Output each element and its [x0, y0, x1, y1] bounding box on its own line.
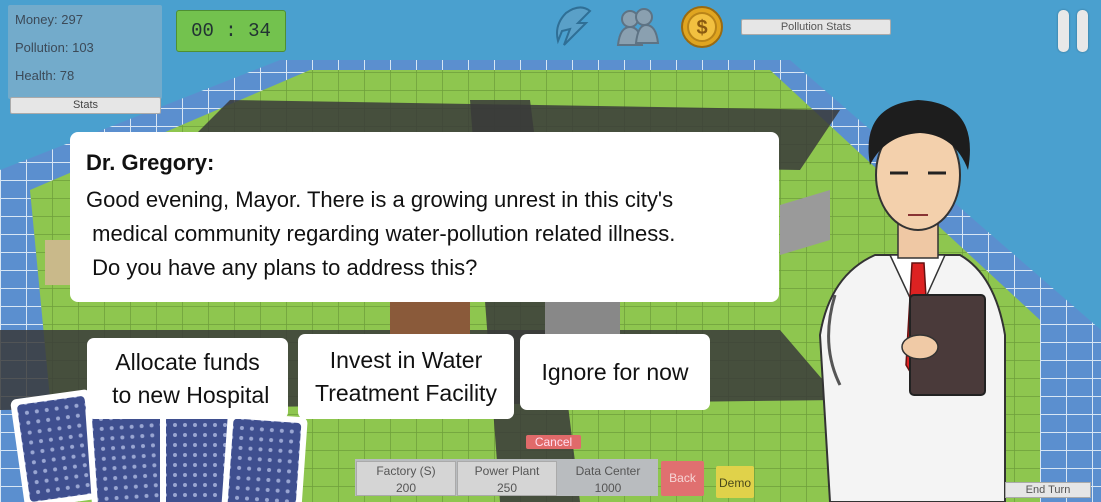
pause-icon [1058, 10, 1069, 52]
money-stat: Money: 297 [15, 12, 83, 27]
cancel-button[interactable]: Cancel [526, 435, 581, 449]
shop-item-cost: 1000 [594, 481, 622, 495]
speaker-name: Dr. Gregory: [86, 150, 215, 175]
shop-item-name: Data Center [575, 464, 641, 478]
people-icon[interactable] [616, 5, 660, 49]
shop-item-power-plant[interactable]: Power Plant 250 [457, 461, 557, 496]
dr-gregory-portrait [818, 100, 1006, 502]
shop-item-factory[interactable]: Factory (S) 200 [356, 461, 456, 496]
shop-item-name: Power Plant [474, 464, 540, 478]
stats-panel: Money: 297 Pollution: 103 Health: 78 [8, 5, 162, 99]
shop-item-name: Factory (S) [376, 464, 436, 478]
choice-allocate-hospital[interactable]: Allocate funds to new Hospital [87, 338, 288, 419]
dialog-box: Dr. Gregory: Good evening, Mayor. There … [70, 132, 779, 302]
shop-item-cost: 250 [496, 481, 518, 495]
svg-text:$: $ [696, 17, 707, 39]
choice-water-treatment[interactable]: Invest in Water Treatment Facility [298, 334, 514, 419]
pause-icon-bar [1077, 10, 1088, 52]
health-stat: Health: 78 [15, 68, 75, 83]
pollution-stat: Pollution: 103 [15, 40, 94, 55]
lightning-icon[interactable] [550, 5, 594, 49]
end-turn-button[interactable]: End Turn [1005, 482, 1091, 498]
shop-item-cost: 200 [395, 481, 417, 495]
shop-item-data-center[interactable]: Data Center 1000 [558, 461, 658, 496]
coin-icon[interactable]: $ [680, 5, 724, 49]
pollution-stats-button[interactable]: Pollution Stats [741, 19, 891, 35]
stats-button[interactable]: Stats [10, 97, 161, 114]
demo-button[interactable]: Demo [716, 466, 754, 498]
back-button[interactable]: Back [661, 461, 704, 496]
choice-ignore[interactable]: Ignore for now [520, 334, 710, 410]
dialog-message: Good evening, Mayor. There is a growing … [86, 187, 676, 280]
turn-timer: 00 : 34 [176, 10, 286, 52]
pause-button[interactable] [1058, 10, 1088, 52]
